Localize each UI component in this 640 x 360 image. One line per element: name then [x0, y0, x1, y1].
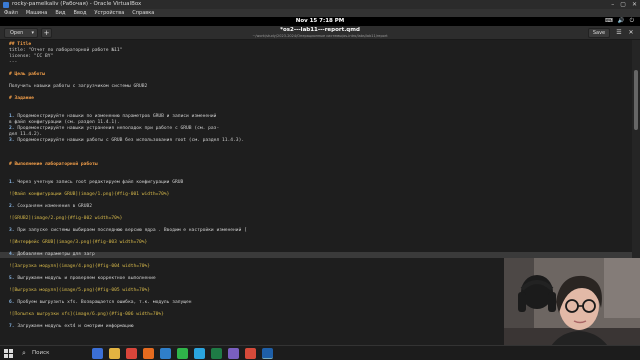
clock[interactable]: Nov 15 7:18 PM [0, 17, 640, 26]
vbox-menu-item[interactable]: Устройства [94, 9, 124, 17]
virtualbox-icon[interactable] [262, 348, 273, 359]
vbox-menu-item[interactable]: Файл [4, 9, 18, 17]
editor-text: ![GRUB2](image/2.png){#fig-002 width=70%… [9, 216, 123, 221]
editor-text: Загружаем модуль ext4 и смотрим информац… [17, 324, 134, 329]
folder-icon[interactable] [109, 348, 120, 359]
editor-line[interactable]: 2. Сохраняем изменения в GRUB2 [9, 204, 92, 210]
editor-text: Выгружаем модуль и проверяем корректное … [17, 276, 156, 281]
code-icon[interactable] [160, 348, 171, 359]
close-window-icon[interactable]: ✕ [632, 0, 637, 9]
editor-line[interactable]: ![Файл конфигурации GRUB](image/1.png){#… [9, 192, 169, 198]
editor-line[interactable]: 3. При запуске системы выбираем последню… [9, 228, 247, 234]
virtualbox-icon [3, 1, 9, 8]
editor-text: Продемонстрируйте навыки работы с GRUB б… [17, 138, 245, 143]
gnome-topbar: Nov 15 7:18 PM ⌨ 🔊 ⏻ [0, 17, 640, 26]
editor-line[interactable]: 3. Продемонстрируйте навыки работы с GRU… [9, 138, 244, 144]
document-path: ~/work/study/2023-2024/Операционные сист… [252, 34, 388, 38]
editor-text: ## Title [9, 42, 32, 47]
editor-line[interactable]: --- [9, 60, 17, 66]
excel-icon[interactable] [211, 348, 222, 359]
editor-line[interactable]: ![GRUB2](image/2.png){#fig-002 width=70%… [9, 216, 122, 222]
editor-line[interactable]: ![Выгрузка модуля](image/5.png){#fig-005… [9, 288, 150, 294]
editor-text: Пробуем выгрузить xfs. Возвращается ошиб… [17, 300, 192, 305]
vbox-menu-item[interactable]: Ввод [74, 9, 87, 17]
document-title: *os2---lab11---report.qmd [280, 27, 360, 33]
virtualbox-titlebar: rocky-pamelkaliv (Рабочая) - Oracle Virt… [0, 0, 640, 9]
editor-text: Через учетную запись root редактируем фа… [17, 180, 184, 185]
editor-text: ![Интерфейс GRUB](image/3.png){#fig-003 … [9, 240, 148, 245]
window-controls: – ▢ ✕ [611, 0, 637, 9]
editor-line[interactable]: 5. Выгружаем модуль и проверяем корректн… [9, 276, 156, 282]
power-icon[interactable]: ⏻ [630, 17, 634, 26]
editor-text: ![Файл конфигурации GRUB](image/1.png){#… [9, 192, 170, 197]
editor-text: Добавляем параметры для загр [17, 252, 95, 257]
telegram-icon[interactable] [194, 348, 205, 359]
taskbar-search-label[interactable]: Поиск [32, 350, 49, 356]
editor-text: Продемонстрируйте навыки устранения непо… [17, 126, 220, 131]
keyboard-icon[interactable]: ⌨ [605, 17, 613, 26]
editor-text: ![Загрузка модуля](image/4.png){#fig-004… [9, 264, 151, 269]
editor-text: ![Выгрузка модуля](image/5.png){#fig-005… [9, 288, 151, 293]
window-title: rocky-pamelkaliv (Рабочая) - Oracle Virt… [12, 1, 142, 7]
windows-start-icon[interactable] [4, 349, 13, 358]
editor-text: # Цель работы [9, 72, 45, 77]
app-icon[interactable] [228, 348, 239, 359]
editor-line[interactable]: # Цель работы [9, 72, 45, 78]
editor-line[interactable]: # Задание [9, 96, 34, 102]
virtualbox-menubar: Файл Машина Вид Ввод Устройства Справка [0, 9, 640, 17]
editor-line[interactable]: 6. Пробуем выгрузить xfs. Возвращается о… [9, 300, 192, 306]
editor-text: в файл конфигурации (см. раздел 11.4.1). [9, 120, 120, 125]
vbox-menu-item[interactable]: Вид [55, 9, 65, 17]
menu-icon[interactable]: ☰ [615, 29, 623, 37]
whatsapp-icon[interactable] [177, 348, 188, 359]
editor-text: Продемонстрируйте навыки по изменению па… [17, 114, 217, 119]
editor-text: license: "CC BY" [9, 54, 54, 59]
editor-line[interactable]: 7. Загружаем модуль ext4 и смотрим инфор… [9, 324, 133, 330]
editor-text: title: "Отчет по лабораторной работе №11… [9, 48, 123, 53]
vbox-menu-item[interactable]: Машина [26, 9, 48, 17]
editor-line[interactable]: ![Интерфейс GRUB](image/3.png){#fig-003 … [9, 240, 147, 246]
volume-icon[interactable]: 🔊 [618, 17, 625, 26]
editor-text: # Задание [9, 96, 34, 101]
editor-line[interactable]: # Выполнение лабораторной работы [9, 162, 98, 168]
editor-text: При запуске системы выбираем последнюю в… [17, 228, 247, 233]
minimize-icon[interactable]: – [611, 0, 614, 9]
editor-text: Получить навыки работы с загрузчиком сис… [9, 84, 148, 89]
scrollbar-thumb[interactable] [634, 70, 638, 130]
maximize-icon[interactable]: ▢ [620, 0, 626, 9]
search-icon[interactable]: ⌕ [22, 349, 26, 358]
vbox-menu-item[interactable]: Справка [132, 9, 154, 17]
save-button[interactable]: Save [588, 28, 610, 38]
windows-taskbar: ⌕ Поиск [0, 345, 640, 360]
chrome-icon[interactable] [126, 348, 137, 359]
editor-line[interactable]: 1. Через учетную запись root редактируем… [9, 180, 183, 186]
editor-text: --- [9, 60, 18, 65]
editor-line[interactable]: Получить навыки работы с загрузчиком сис… [9, 84, 147, 90]
system-tray[interactable]: ⌨ 🔊 ⏻ [605, 17, 634, 26]
close-icon[interactable]: ✕ [627, 29, 635, 37]
firefox-icon[interactable] [143, 348, 154, 359]
editor-text: ![Попытка выгрузки xfs](image/6.png){#fi… [9, 312, 164, 317]
editor-text: Сохраняем изменения в GRUB2 [17, 204, 92, 209]
editor-text: # Выполнение лабораторной работы [9, 162, 98, 167]
media-icon[interactable] [245, 348, 256, 359]
editor-line[interactable]: ![Попытка выгрузки xfs](image/6.png){#fi… [9, 312, 164, 318]
editor-line[interactable]: ![Загрузка модуля](image/4.png){#fig-004… [9, 264, 150, 270]
globe-icon[interactable] [92, 348, 103, 359]
editor-text: дел 11.4.2). [9, 132, 43, 137]
gedit-headerbar: Open ▾ + *os2---lab11---report.qmd ~/wor… [0, 26, 640, 40]
